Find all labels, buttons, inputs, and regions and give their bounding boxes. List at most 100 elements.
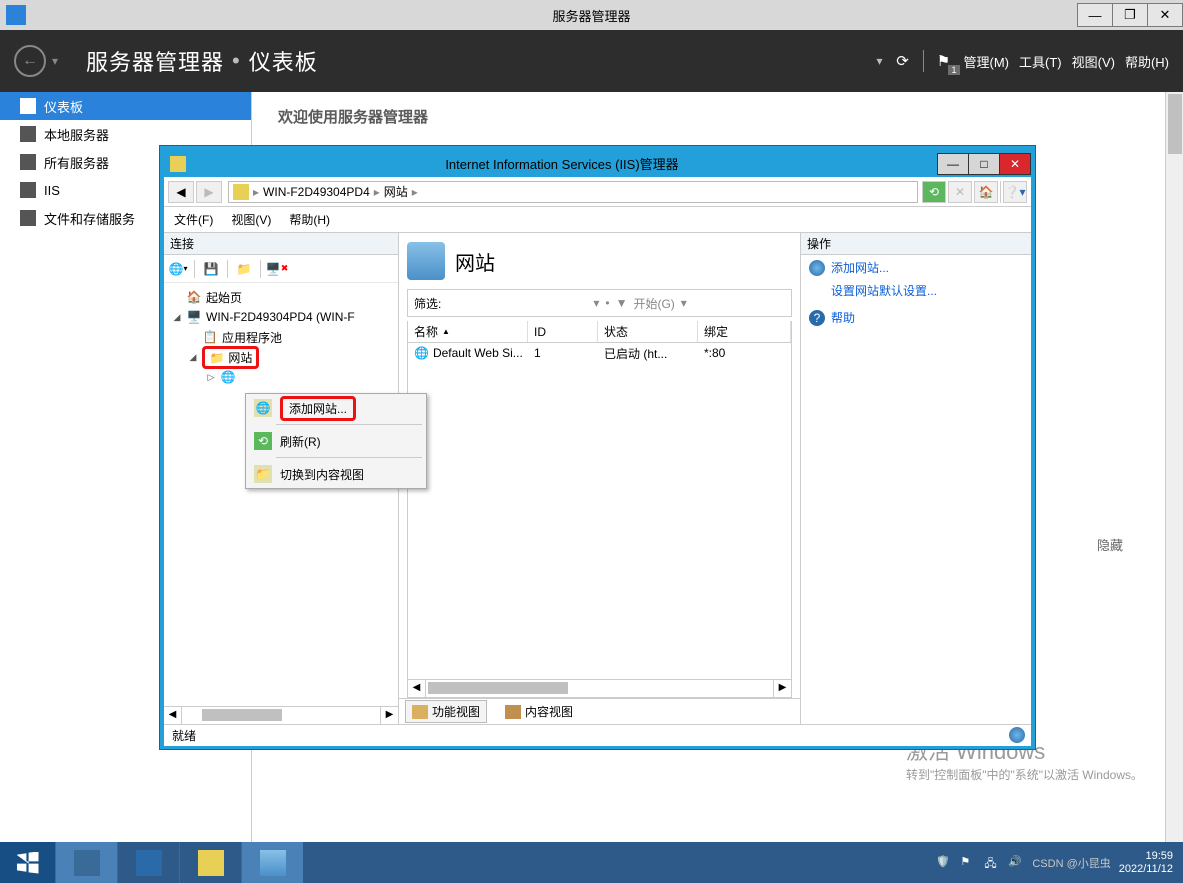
tab-content-view[interactable]: 内容视图 <box>499 701 579 722</box>
minimize-button[interactable]: — <box>1077 3 1113 27</box>
stop-button[interactable]: ✕ <box>948 181 972 203</box>
dropdown-icon[interactable]: ▾ <box>52 54 58 68</box>
menu-help[interactable]: 帮助(H) <box>289 211 330 228</box>
sidebar-item-label: 本地服务器 <box>44 125 109 144</box>
taskbar-powershell[interactable] <box>117 842 179 883</box>
cell-status: 已启动 (ht... <box>598 345 698 362</box>
menu-view[interactable]: 视图(V) <box>1072 52 1115 71</box>
menu-help[interactable]: 帮助(H) <box>1125 52 1169 71</box>
system-tray: 🛡️ ⚑ 🖧 🔊 CSDN @小昆虫 19:59 2022/11/12 <box>936 842 1183 883</box>
iis-icon <box>20 182 36 198</box>
address-server[interactable]: WIN-F2D49304PD4 <box>263 185 370 199</box>
tree-start-page[interactable]: 🏠起始页 <box>164 287 398 307</box>
taskbar-iis[interactable] <box>241 842 303 883</box>
tree-app-pools[interactable]: 📋应用程序池 <box>164 327 398 347</box>
save-icon[interactable]: 💾 <box>201 259 221 279</box>
iis-minimize-button[interactable]: — <box>937 153 969 175</box>
folder-icon[interactable]: 📁 <box>234 259 254 279</box>
menu-manage[interactable]: 管理(M) <box>964 52 1010 71</box>
ctx-separator <box>276 457 422 458</box>
tree-hscrollbar[interactable]: ◀▶ <box>164 706 398 724</box>
tab-features-view[interactable]: 功能视图 <box>405 700 487 723</box>
refresh-button[interactable]: ⟲ <box>922 181 946 203</box>
iis-status-bar: 就绪 <box>164 724 1031 746</box>
tree-sites[interactable]: ◢📁 网站 <box>164 347 398 367</box>
sidebar-item-label: 文件和存储服务 <box>44 209 135 228</box>
collapse-icon[interactable]: ◢ <box>172 312 182 323</box>
tray-volume-icon[interactable]: 🔊 <box>1008 855 1024 871</box>
breadcrumb-page[interactable]: 仪表板 <box>249 45 318 77</box>
col-id[interactable]: ID <box>528 321 598 342</box>
clock-date: 2022/11/12 <box>1119 863 1173 876</box>
action-set-defaults[interactable]: 设置网站默认设置... <box>801 280 1031 305</box>
taskbar-server-manager[interactable] <box>55 842 117 883</box>
filter-funnel-icon[interactable]: ▼ <box>616 296 628 310</box>
connections-header: 连接 <box>164 233 398 255</box>
servers-icon <box>20 154 36 170</box>
action-help[interactable]: ?帮助 <box>801 305 1031 330</box>
menu-file[interactable]: 文件(F) <box>174 211 213 228</box>
tray-flag-icon[interactable]: ⚑ <box>960 855 976 871</box>
col-status[interactable]: 状态 <box>598 321 698 342</box>
home-button[interactable]: 🏠 <box>974 181 998 203</box>
sidebar-item-dashboard[interactable]: 仪表板 <box>0 92 251 120</box>
nav-back-button[interactable]: ◀ <box>168 181 194 203</box>
address-node[interactable]: 网站 <box>384 183 408 200</box>
sidebar-item-label: 仪表板 <box>44 97 83 116</box>
start-button[interactable] <box>0 842 55 883</box>
back-button[interactable]: ← <box>14 45 46 77</box>
address-box[interactable]: ▸ WIN-F2D49304PD4 ▸ 网站 ▸ <box>228 181 918 203</box>
refresh-icon: ⟲ <box>254 432 272 450</box>
dropdown-icon[interactable]: ▾ <box>876 54 882 68</box>
help-icon: ? <box>809 310 825 326</box>
iis-close-button[interactable]: ✕ <box>999 153 1031 175</box>
go-button[interactable]: 开始(G) <box>633 295 674 312</box>
filter-input[interactable] <box>447 294 587 312</box>
grid-hscrollbar[interactable]: ◀▶ <box>408 679 791 697</box>
server-manager-icon <box>74 850 100 876</box>
iis-window-title: Internet Information Services (IIS)管理器 <box>186 154 938 173</box>
outer-window-title: 服务器管理器 <box>552 6 630 25</box>
menu-tools[interactable]: 工具(T) <box>1019 52 1062 71</box>
apppool-icon: 📋 <box>202 329 218 345</box>
taskbar: 🛡️ ⚑ 🖧 🔊 CSDN @小昆虫 19:59 2022/11/12 <box>0 842 1183 883</box>
col-binding[interactable]: 绑定 <box>698 321 791 342</box>
refresh-icon[interactable]: ⟳ <box>893 51 913 71</box>
taskbar-explorer[interactable] <box>179 842 241 883</box>
collapse-icon[interactable]: ◢ <box>188 352 198 363</box>
expand-icon[interactable]: ▷ <box>206 372 216 383</box>
ctx-refresh[interactable]: ⟲刷新(R) <box>246 427 426 455</box>
vertical-scrollbar[interactable] <box>1165 92 1183 842</box>
close-button[interactable]: ✕ <box>1147 3 1183 27</box>
maximize-button[interactable]: ❐ <box>1112 3 1148 27</box>
hide-button[interactable]: 隐藏 <box>1097 535 1123 554</box>
grid-row[interactable]: 🌐Default Web Si... 1 已启动 (ht... *:80 <box>408 343 791 363</box>
taskbar-clock[interactable]: 19:59 2022/11/12 <box>1119 850 1173 876</box>
ctx-add-website[interactable]: 🌐添加网站... <box>246 394 426 422</box>
iis-maximize-button[interactable]: □ <box>968 153 1000 175</box>
csdn-watermark: CSDN @小昆虫 <box>1032 855 1110 871</box>
tree-server-node[interactable]: ◢🖥️WIN-F2D49304PD4 (WIN-F <box>164 307 398 327</box>
notifications-flag-icon[interactable]: ⚑1 <box>934 51 954 71</box>
server-icon: 🖥️ <box>186 309 202 325</box>
help-button[interactable]: ❔▾ <box>1003 181 1027 203</box>
remove-server-icon[interactable]: 🖥️✖ <box>267 259 287 279</box>
sidebar-item-local-server[interactable]: 本地服务器 <box>0 120 251 148</box>
iis-titlebar[interactable]: Internet Information Services (IIS)管理器 —… <box>164 150 1031 177</box>
home-icon: 🏠 <box>186 289 202 305</box>
nav-forward-button[interactable]: ▶ <box>196 181 222 203</box>
connect-icon[interactable]: 🌐▾ <box>168 259 188 279</box>
col-name[interactable]: 名称▲ <box>408 321 528 342</box>
add-website-icon: 🌐 <box>254 399 272 417</box>
actions-panel: 操作 添加网站... 设置网站默认设置... ?帮助 <box>801 233 1031 724</box>
sidebar-item-label: 所有服务器 <box>44 153 109 172</box>
menu-view[interactable]: 视图(V) <box>231 211 271 228</box>
explorer-icon <box>198 850 224 876</box>
action-add-website[interactable]: 添加网站... <box>801 255 1031 280</box>
tray-shield-icon[interactable]: 🛡️ <box>936 855 952 871</box>
breadcrumb-app[interactable]: 服务器管理器 <box>86 45 224 77</box>
tray-network-icon[interactable]: 🖧 <box>984 855 1000 871</box>
ctx-switch-content-view[interactable]: 📁切换到内容视图 <box>246 460 426 488</box>
tree-site-child[interactable]: ▷🌐 <box>164 367 398 387</box>
cell-name: Default Web Si... <box>433 346 523 360</box>
